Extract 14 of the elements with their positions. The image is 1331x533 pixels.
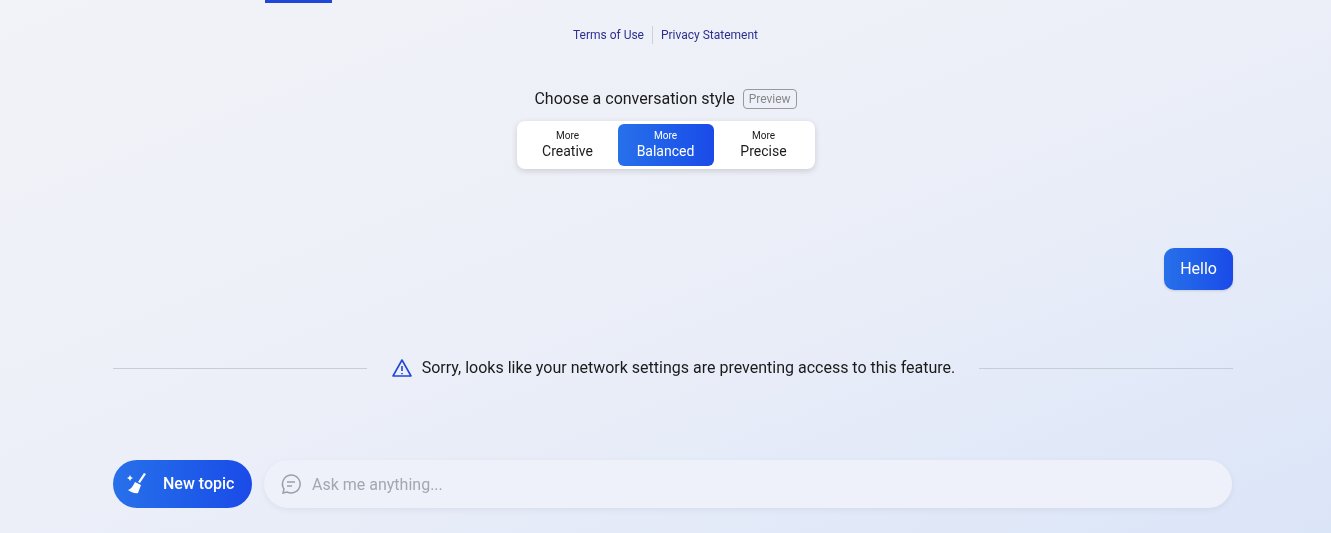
footer-link[interactable]: Terms of Use: [572, 26, 644, 44]
style-option[interactable]: More Creative: [519, 124, 616, 166]
style-option[interactable]: More Balanced: [617, 124, 714, 166]
warning-icon: [390, 358, 413, 378]
style-option[interactable]: More Precise: [715, 124, 812, 166]
chat-bubble-icon: [280, 473, 302, 495]
preview-badge: Preview: [742, 89, 797, 109]
chat-input[interactable]: Ask me anything...: [264, 460, 1232, 508]
user-message: Hello: [1164, 248, 1233, 290]
error-message: Sorry, looks like your network settings are preventing access to this feature.: [421, 357, 956, 379]
footer-link[interactable]: Privacy Statement: [661, 26, 759, 44]
style-heading: Choose a conversation style: [534, 88, 735, 110]
active-tab-underline: [265, 0, 332, 3]
new-topic-button[interactable]: New topic: [113, 460, 252, 508]
